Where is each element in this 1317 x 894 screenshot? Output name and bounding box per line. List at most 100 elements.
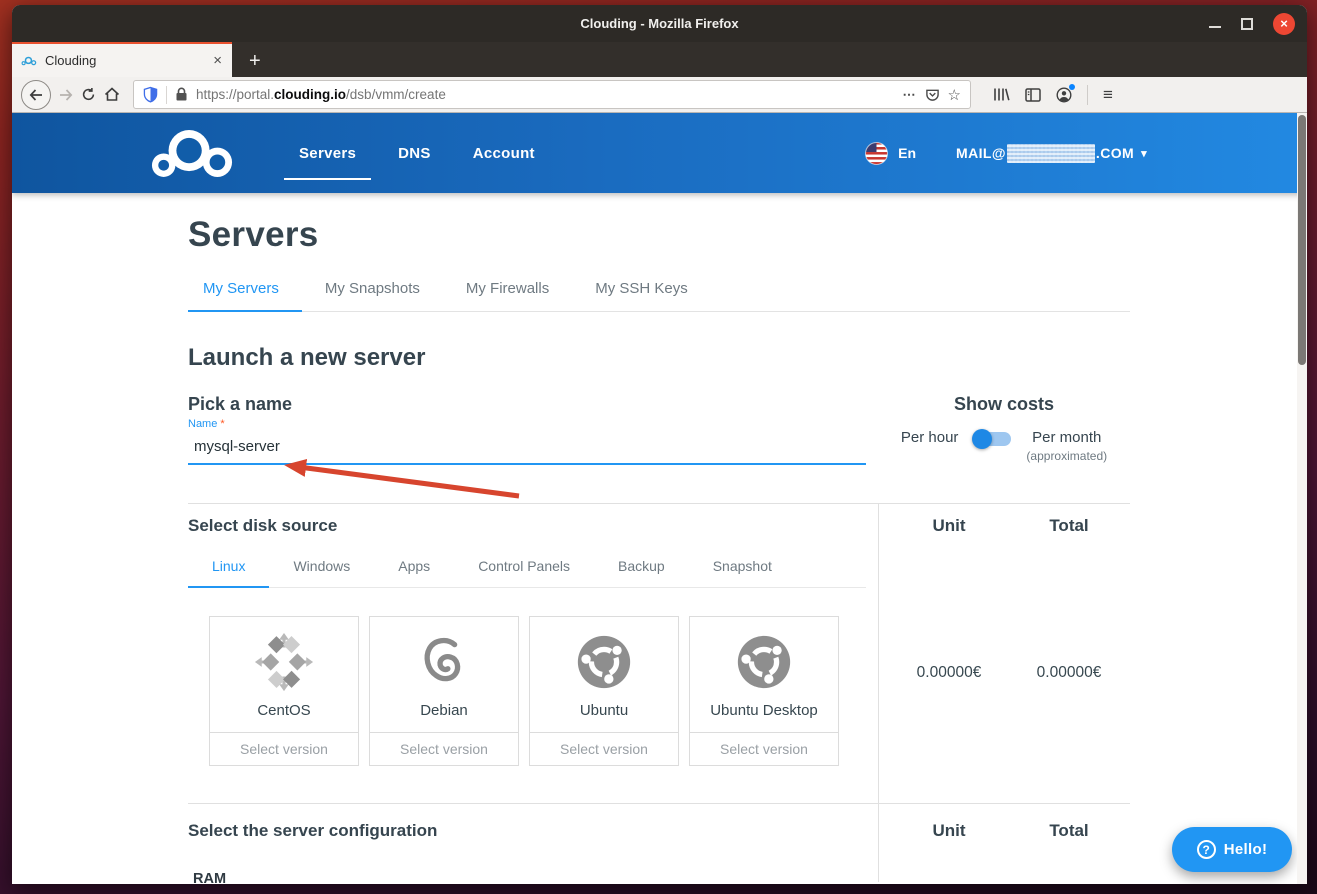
os-card-ubuntu[interactable]: Ubuntu Select version	[529, 616, 679, 766]
minimize-button[interactable]	[1209, 26, 1221, 28]
server-config-section: Select the server configuration RAM Unit…	[188, 803, 1130, 882]
browser-tabbar: Clouding × +	[12, 42, 1307, 77]
select-version-button[interactable]: Select version	[530, 732, 678, 765]
total-value: 0.00000€	[1009, 664, 1129, 682]
tab-title: Clouding	[45, 53, 205, 68]
close-button[interactable]: ×	[1273, 13, 1295, 35]
tab-favicon-clouding-cloud-icon	[21, 55, 37, 67]
tab-my-ssh-keys[interactable]: My SSH Keys	[572, 280, 711, 311]
menu-icon[interactable]: ≡	[1103, 85, 1113, 105]
select-version-button[interactable]: Select version	[210, 732, 358, 765]
costs-panel-bottom: Unit Total	[878, 804, 1130, 882]
unit-header: Unit	[889, 516, 1009, 536]
disk-source-section: Select disk source Linux Windows Apps Co…	[188, 503, 1130, 803]
home-button[interactable]	[104, 87, 120, 102]
language-label[interactable]: En	[898, 145, 916, 161]
bookmark-star-icon[interactable]: ☆	[948, 86, 961, 104]
name-field-label: Name *	[188, 418, 878, 430]
select-version-button[interactable]: Select version	[370, 732, 518, 765]
debian-logo-icon	[415, 631, 473, 693]
help-button-label: Hello!	[1224, 841, 1267, 858]
tracking-protection-shield-icon[interactable]	[143, 86, 158, 103]
os-cards: CentOS Select version	[188, 616, 878, 766]
disk-source-tabs: Linux Windows Apps Control Panels Backup…	[188, 558, 866, 588]
server-name-input[interactable]	[188, 434, 866, 465]
nav-item-dns[interactable]: DNS	[383, 113, 446, 193]
os-card-ubuntu-desktop[interactable]: Ubuntu Desktop Select version	[689, 616, 839, 766]
total-header: Total	[1009, 516, 1129, 536]
lock-icon[interactable]	[175, 87, 188, 102]
email-prefix: MAIL@	[956, 145, 1006, 161]
page-actions-icon[interactable]: ⋯	[903, 87, 917, 103]
total-header: Total	[1009, 821, 1129, 841]
window-titlebar[interactable]: Clouding - Mozilla Firefox ×	[12, 5, 1307, 42]
help-chat-button[interactable]: ? Hello!	[1172, 827, 1292, 872]
nav-item-servers[interactable]: Servers	[284, 113, 371, 193]
costs-panel: Unit Total 0.00000€ 0.00000€	[878, 504, 1130, 803]
page-scrollbar-track[interactable]	[1297, 113, 1307, 884]
tab-backup[interactable]: Backup	[594, 558, 689, 587]
tab-snapshot[interactable]: Snapshot	[689, 558, 796, 587]
os-card-centos[interactable]: CentOS Select version	[209, 616, 359, 766]
language-flag-icon[interactable]	[865, 142, 888, 165]
question-mark-icon: ?	[1197, 840, 1216, 859]
select-version-button[interactable]: Select version	[690, 732, 838, 765]
tab-control-panels[interactable]: Control Panels	[454, 558, 594, 587]
approximated-label: (approximated)	[1026, 449, 1107, 463]
pocket-icon[interactable]	[925, 88, 940, 102]
browser-tab-clouding[interactable]: Clouding ×	[12, 42, 232, 77]
unit-value: 0.00000€	[889, 664, 1009, 682]
page-title: Servers	[188, 215, 1130, 255]
page-scrollbar-thumb[interactable]	[1298, 115, 1306, 365]
tab-my-firewalls[interactable]: My Firewalls	[443, 280, 572, 311]
cost-period-toggle[interactable]	[973, 432, 1011, 446]
site-nav-right: En MAIL@ .COM ▾	[865, 142, 1147, 165]
tab-my-servers[interactable]: My Servers	[188, 280, 302, 312]
tab-linux[interactable]: Linux	[188, 558, 269, 588]
toggle-knob[interactable]	[972, 429, 992, 449]
site-navbar: Servers DNS Account	[12, 113, 1307, 193]
firefox-account-icon[interactable]	[1056, 87, 1072, 103]
section-tabs: My Servers My Snapshots My Firewalls My …	[188, 280, 1130, 312]
toolbar-separator	[1087, 85, 1088, 105]
ram-label: RAM	[188, 871, 878, 884]
email-redacted-blur	[1007, 144, 1095, 163]
account-email[interactable]: MAIL@ .COM ▾	[956, 144, 1147, 163]
nav-item-account[interactable]: Account	[458, 113, 550, 193]
per-month-label: Per month	[1032, 429, 1101, 446]
sidebar-icon[interactable]	[1025, 88, 1041, 102]
ubuntu-desktop-logo-icon	[733, 631, 795, 693]
page-content: Servers My Servers My Snapshots My Firew…	[188, 215, 1130, 882]
browser-toolbar: https://portal.clouding.io/dsb/vmm/creat…	[12, 77, 1307, 113]
show-costs-heading: Show costs	[878, 394, 1130, 415]
library-icon[interactable]	[993, 87, 1010, 102]
tab-close-icon[interactable]: ×	[213, 53, 222, 68]
account-notification-dot	[1069, 84, 1075, 90]
pick-name-section: Pick a name Name *	[188, 394, 878, 465]
back-button[interactable]	[21, 80, 51, 110]
site-nav-menu: Servers DNS Account	[284, 113, 550, 193]
launch-heading: Launch a new server	[188, 344, 1130, 372]
desktop-wallpaper: Clouding - Mozilla Firefox × Clouding × …	[0, 0, 1317, 894]
ubuntu-logo-icon	[573, 631, 635, 693]
os-name: Debian	[420, 702, 468, 719]
tab-apps[interactable]: Apps	[374, 558, 454, 587]
toolbar-right-icons: ≡	[993, 85, 1113, 105]
firefox-window: Clouding - Mozilla Firefox × Clouding × …	[12, 5, 1307, 884]
reload-button[interactable]	[81, 87, 96, 102]
clouding-logo-icon[interactable]	[150, 125, 234, 182]
os-name: CentOS	[257, 702, 310, 719]
new-tab-button[interactable]: +	[232, 45, 278, 77]
show-costs-section: Show costs Per hour Per month (approxima…	[878, 394, 1130, 465]
url-text[interactable]: https://portal.clouding.io/dsb/vmm/creat…	[196, 87, 895, 102]
tab-windows[interactable]: Windows	[269, 558, 374, 587]
os-card-debian[interactable]: Debian Select version	[369, 616, 519, 766]
page-viewport: Servers DNS Account	[12, 113, 1307, 884]
centos-logo-icon	[253, 631, 315, 693]
forward-button[interactable]	[59, 89, 73, 101]
pick-name-heading: Pick a name	[188, 394, 878, 415]
url-bar[interactable]: https://portal.clouding.io/dsb/vmm/creat…	[133, 80, 971, 109]
maximize-button[interactable]	[1241, 18, 1253, 30]
tab-my-snapshots[interactable]: My Snapshots	[302, 280, 443, 311]
window-controls: ×	[1209, 5, 1295, 42]
